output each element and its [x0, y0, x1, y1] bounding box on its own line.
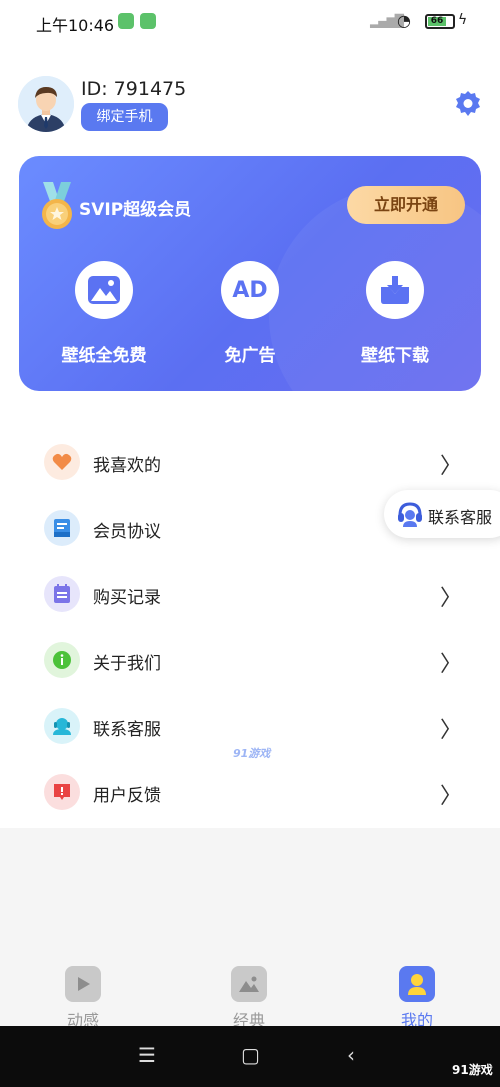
- chevron-right-icon: 〉: [440, 454, 463, 479]
- settings-gear-icon[interactable]: [453, 89, 483, 119]
- menu-item-about-us[interactable]: 关于我们 〉: [0, 628, 500, 694]
- menu-item-purchase-history[interactable]: 购买记录 〉: [0, 562, 500, 628]
- status-bar: 上午10:46 ▂▄▆█ ◔ 66 ϟ: [0, 0, 500, 44]
- wifi-icon: ◔: [397, 11, 411, 30]
- image-icon: [231, 966, 267, 1002]
- menu-label: 我喜欢的: [93, 456, 161, 476]
- feature-free-wallpaper: 壁纸全免费: [44, 261, 164, 366]
- back-icon[interactable]: ‹: [347, 1043, 355, 1067]
- menu-item-favorites[interactable]: 我喜欢的 〉: [0, 430, 500, 496]
- feedback-icon: [44, 774, 80, 810]
- feature-no-ads: AD 免广告: [190, 261, 310, 366]
- app-notification-icon: [118, 13, 134, 29]
- battery-level: 66: [428, 17, 446, 26]
- heart-icon: [44, 444, 80, 480]
- center-watermark: 91游戏: [233, 747, 271, 760]
- open-membership-button[interactable]: 立即开通: [347, 186, 465, 224]
- feature-label: 免广告: [224, 346, 276, 366]
- medal-icon: [37, 180, 77, 232]
- image-icon: [75, 261, 133, 319]
- bottom-tab-bar: 动感 经典 我的: [0, 960, 500, 1030]
- svip-title: SVIP超级会员: [79, 200, 192, 220]
- chevron-right-icon: 〉: [440, 718, 463, 743]
- headset-icon: [397, 501, 423, 527]
- menu-label: 用户反馈: [93, 786, 161, 806]
- bind-phone-button[interactable]: 绑定手机: [81, 103, 168, 131]
- app-notification-icon: [140, 13, 156, 29]
- feature-download: 壁纸下载: [335, 261, 455, 366]
- document-icon: [44, 510, 80, 546]
- ad-icon-text: AD: [232, 277, 268, 303]
- chevron-right-icon: 〉: [440, 586, 463, 611]
- chevron-right-icon: 〉: [440, 784, 463, 809]
- download-icon: [366, 261, 424, 319]
- floating-contact-service-button[interactable]: 联系客服: [384, 490, 500, 538]
- battery-icon: 66: [425, 14, 455, 29]
- tab-classic[interactable]: 经典: [219, 966, 279, 1031]
- menu-label: 关于我们: [93, 654, 161, 674]
- info-icon: [44, 642, 80, 678]
- menu-item-feedback[interactable]: 用户反馈 〉: [0, 760, 500, 826]
- user-id: ID: 791475: [81, 78, 187, 100]
- receipt-icon: [44, 576, 80, 612]
- tab-dynamic[interactable]: 动感: [53, 966, 113, 1031]
- watermark: 91游戏: [452, 1063, 493, 1077]
- headset-icon: [44, 708, 80, 744]
- play-icon: [65, 966, 101, 1002]
- feature-label: 壁纸下载: [361, 346, 429, 366]
- tab-mine[interactable]: 我的: [387, 966, 447, 1031]
- status-time: 上午10:46: [36, 16, 115, 35]
- menu-label: 购买记录: [93, 588, 161, 608]
- avatar[interactable]: [18, 76, 74, 132]
- menu-label: 会员协议: [93, 522, 161, 542]
- charging-icon: ϟ: [458, 12, 468, 28]
- svip-card: SVIP超级会员 立即开通 壁纸全免费 AD 免广告 壁纸下载: [19, 156, 481, 391]
- ad-icon: AD: [221, 261, 279, 319]
- system-navigation-bar: ☰ ▢ ‹: [0, 1026, 500, 1087]
- user-icon: [399, 966, 435, 1002]
- feature-label: 壁纸全免费: [61, 346, 147, 366]
- home-icon[interactable]: ▢: [241, 1043, 260, 1067]
- floating-service-label: 联系客服: [428, 508, 493, 527]
- chevron-right-icon: 〉: [440, 652, 463, 677]
- menu-label: 联系客服: [93, 720, 161, 740]
- menu-icon[interactable]: ☰: [138, 1043, 156, 1067]
